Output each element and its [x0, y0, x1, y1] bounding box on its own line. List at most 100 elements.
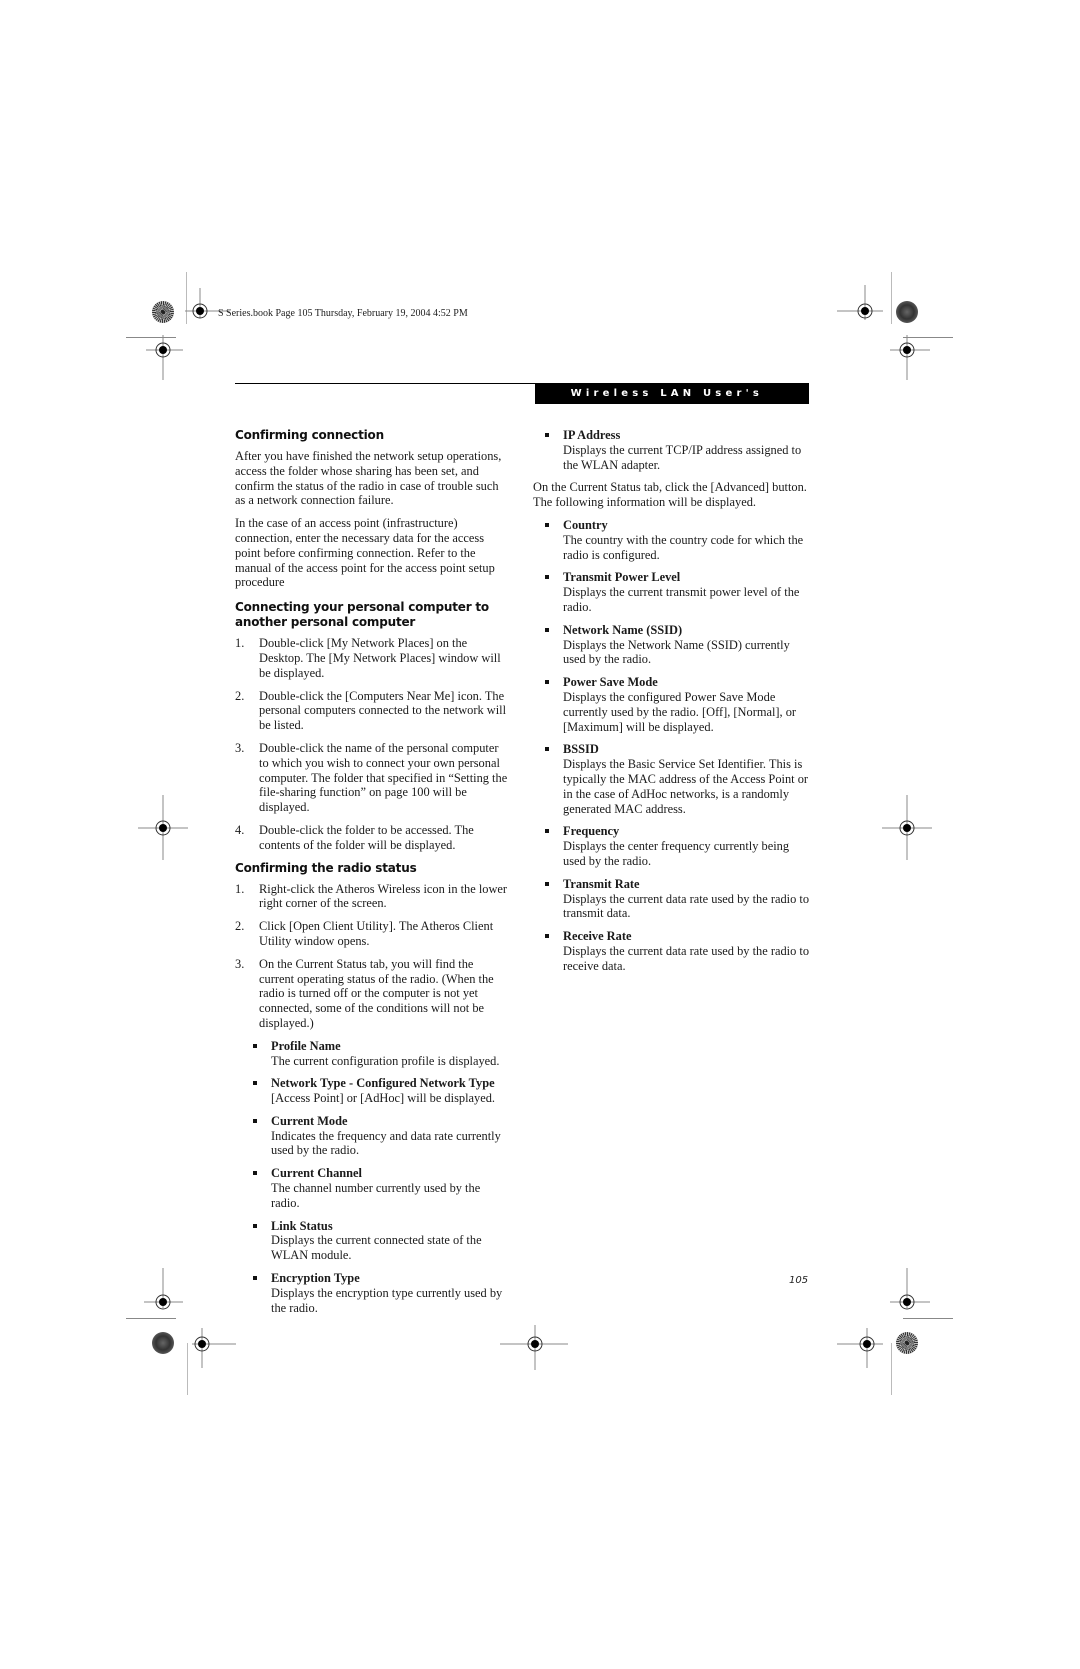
running-header-banner: Wireless LAN User's Guide — [535, 384, 809, 419]
right-column: IP Address Displays the current TCP/IP ad… — [533, 428, 811, 982]
step-text: Double-click the folder to be accessed. … — [259, 822, 474, 852]
description: Displays the current connected state of … — [271, 1233, 482, 1263]
description: Displays the current transmit power leve… — [563, 585, 800, 614]
description: The channel number currently used by the… — [271, 1181, 481, 1210]
ip-address-items: IP Address Displays the current TCP/IP ad… — [533, 428, 811, 472]
description: Indicates the frequency and data rate cu… — [271, 1128, 501, 1158]
term: Transmit Power Level — [563, 570, 681, 585]
bullet-square-icon — [545, 575, 549, 580]
term: Current Channel — [271, 1166, 362, 1181]
heading-radio-status: Confirming the radio status — [235, 860, 417, 875]
crosshair-registration-icon — [890, 335, 930, 380]
step-number: 2. — [235, 688, 245, 703]
bullet-square-icon — [253, 1081, 257, 1086]
term: Current Mode — [271, 1113, 348, 1128]
crosshair-registration-icon — [192, 1328, 236, 1368]
definition-item: Power Save Mode Displays the configured P… — [533, 675, 811, 734]
bullet-square-icon — [545, 747, 549, 752]
list-item: 2. Double-click the [Computers Near Me] i… — [235, 689, 510, 733]
step-number: 1. — [235, 881, 245, 896]
bullet-square-icon — [545, 433, 549, 437]
page-number: 105 — [789, 1275, 809, 1286]
term: Frequency — [563, 824, 620, 839]
bullet-square-icon — [545, 627, 549, 632]
left-column: Confirming connection After you have fin… — [235, 428, 510, 1323]
definition-item: Transmit Power Level Displays the current… — [533, 570, 811, 614]
description: Displays the current data rate used by t… — [563, 891, 810, 921]
description: Displays the encryption type currently u… — [271, 1285, 503, 1315]
bullet-square-icon — [253, 1118, 257, 1123]
step-number: 3. — [235, 740, 245, 755]
bullet-square-icon — [253, 1171, 257, 1176]
description: The current configuration profile is dis… — [271, 1053, 500, 1068]
term: Link Status — [271, 1218, 333, 1233]
step-number: 4. — [235, 822, 245, 837]
bullet-square-icon — [545, 522, 549, 527]
heading-connecting-pc: Connecting your personal computer to ano… — [235, 600, 489, 630]
step-number: 1. — [235, 636, 245, 651]
step-text: Right-click the Atheros Wireless icon in… — [259, 881, 508, 911]
list-item: 1. Right-click the Atheros Wireless icon … — [235, 882, 510, 912]
list-item: 4. Double-click the folder to be accessed… — [235, 823, 510, 853]
definition-item: Network Name (SSID) Displays the Network … — [533, 623, 811, 667]
term: Power Save Mode — [563, 675, 658, 690]
crosshair-registration-icon — [144, 1268, 183, 1310]
term: IP Address — [563, 428, 621, 442]
current-status-items: Profile Name The current configuration pr… — [253, 1039, 510, 1316]
description: Displays the center frequency currently … — [563, 839, 790, 868]
term: Network Type - Configured Network Type — [271, 1076, 495, 1091]
list-item: 3. Double-click the name of the personal … — [235, 741, 510, 815]
bullet-square-icon — [253, 1043, 257, 1048]
advanced-intro-paragraph: On the Current Status tab, click the [Ad… — [533, 480, 807, 510]
crop-mark-line — [126, 1318, 176, 1319]
crop-mark-line — [891, 272, 892, 324]
definition-item: BSSID Displays the Basic Service Set Iden… — [533, 742, 811, 816]
paragraph: After you have finished the network setu… — [235, 449, 502, 508]
bullet-square-icon — [545, 829, 549, 834]
step-text: Double-click the [Computers Near Me] ico… — [259, 688, 507, 733]
crosshair-registration-icon — [146, 335, 183, 380]
step-text: On the Current Status tab, you will find… — [259, 956, 494, 1030]
list-item: 1. Double-click [My Network Places] on th… — [235, 636, 510, 680]
definition-item: IP Address Displays the current TCP/IP ad… — [533, 428, 811, 472]
description: Displays the Network Name (SSID) current… — [563, 637, 790, 667]
definition-item: Transmit Rate Displays the current data r… — [533, 877, 811, 921]
bullet-square-icon — [545, 881, 549, 886]
step-number: 2. — [235, 919, 245, 934]
definition-item: Country The country with the country code… — [533, 518, 811, 562]
bullet-square-icon — [545, 934, 549, 939]
description: The country with the country code for wh… — [563, 532, 804, 562]
connecting-steps-list: 1. Double-click [My Network Places] on th… — [235, 636, 510, 852]
description: Displays the current TCP/IP address assi… — [563, 442, 802, 472]
step-text: Click [Open Client Utility]. The Atheros… — [259, 919, 494, 948]
step-number: 3. — [235, 956, 245, 971]
advanced-items: Country The country with the country code… — [533, 518, 811, 974]
crosshair-registration-icon — [138, 795, 188, 860]
term: Network Name (SSID) — [563, 622, 683, 637]
definition-item: Receive Rate Displays the current data ra… — [533, 929, 811, 973]
term: Encryption Type — [271, 1271, 360, 1286]
definition-item: Current Channel The channel number curren… — [253, 1166, 510, 1210]
definition-item: Current Mode Indicates the frequency and … — [253, 1113, 510, 1158]
definition-item: Frequency Displays the center frequency c… — [533, 824, 811, 868]
term: Transmit Rate — [563, 876, 640, 891]
definition-item: Profile Name The current configuration pr… — [253, 1039, 510, 1069]
step-text: Double-click the name of the personal co… — [259, 740, 508, 815]
radio-status-steps-list: 1. Right-click the Atheros Wireless icon … — [235, 882, 510, 1316]
crop-mark-line — [891, 1343, 892, 1395]
definition-item: Network Type - Configured Network Type [A… — [253, 1076, 510, 1106]
crosshair-registration-icon — [890, 1268, 930, 1310]
bullet-square-icon — [253, 1223, 257, 1228]
crosshair-registration-icon — [882, 795, 932, 860]
term: Receive Rate — [563, 929, 632, 944]
solid-registration-circle-icon — [152, 1332, 174, 1354]
print-slug: S Series.book Page 105 Thursday, Februar… — [218, 308, 468, 319]
description: [Access Point] or [AdHoc] will be displa… — [271, 1091, 496, 1106]
list-item: 2. Click [Open Client Utility]. The Ather… — [235, 919, 510, 949]
term: BSSID — [563, 742, 599, 757]
bullet-square-icon — [545, 680, 549, 685]
step-text: Double-click [My Network Places] on the … — [259, 636, 501, 680]
term: Country — [563, 517, 608, 532]
definition-item: Encryption Type Displays the encryption t… — [253, 1271, 510, 1315]
description: Displays the configured Power Save Mode … — [563, 689, 797, 734]
